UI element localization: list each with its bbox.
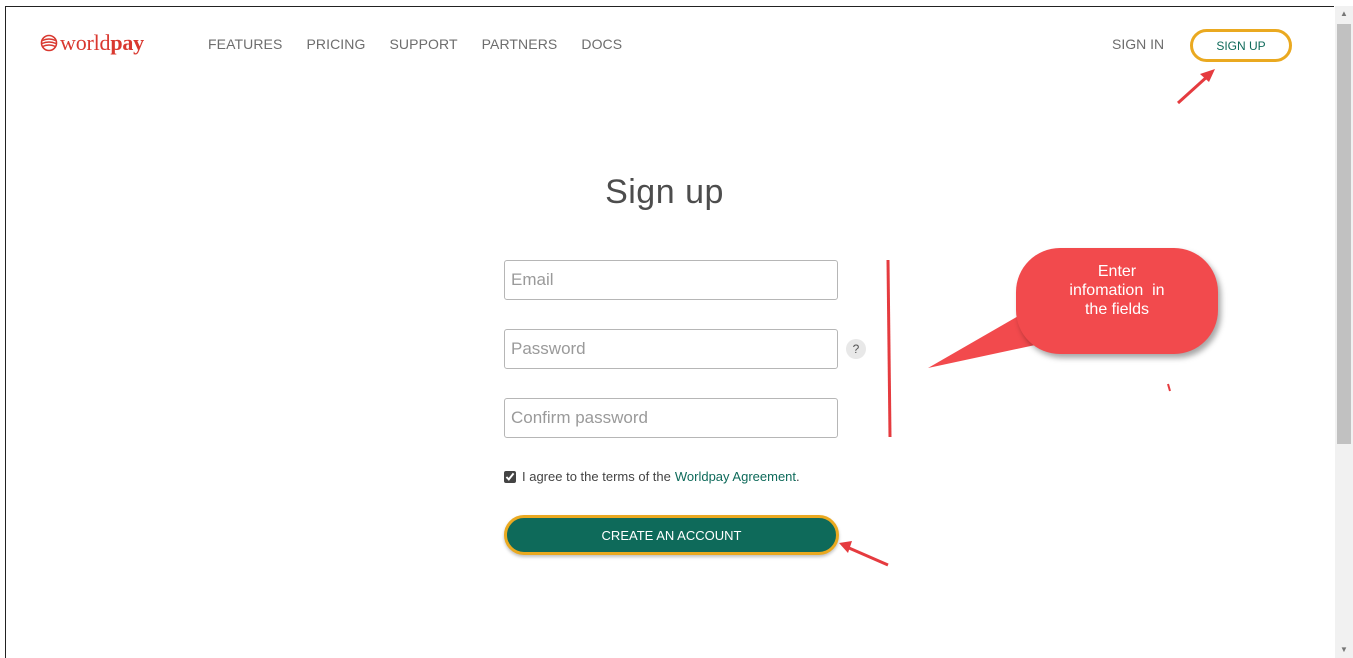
callout-line-1: Enter <box>1097 263 1137 280</box>
scroll-down-arrow-icon[interactable]: ▼ <box>1335 642 1353 658</box>
arrow-to-signup <box>1176 69 1215 105</box>
field-bracket-line <box>886 259 892 438</box>
callout-text: Enter infomation in the fields <box>1016 262 1218 319</box>
arrow-to-create-account <box>839 541 889 567</box>
stray-mark <box>1167 383 1171 392</box>
scroll-up-arrow-icon[interactable]: ▲ <box>1335 6 1353 22</box>
callout-line-3: the fields <box>1084 301 1150 318</box>
callout-line-2: infomation in <box>1069 282 1165 299</box>
scroll-thumb[interactable] <box>1337 24 1351 444</box>
vertical-scrollbar[interactable]: ▲ ▼ <box>1335 6 1353 658</box>
